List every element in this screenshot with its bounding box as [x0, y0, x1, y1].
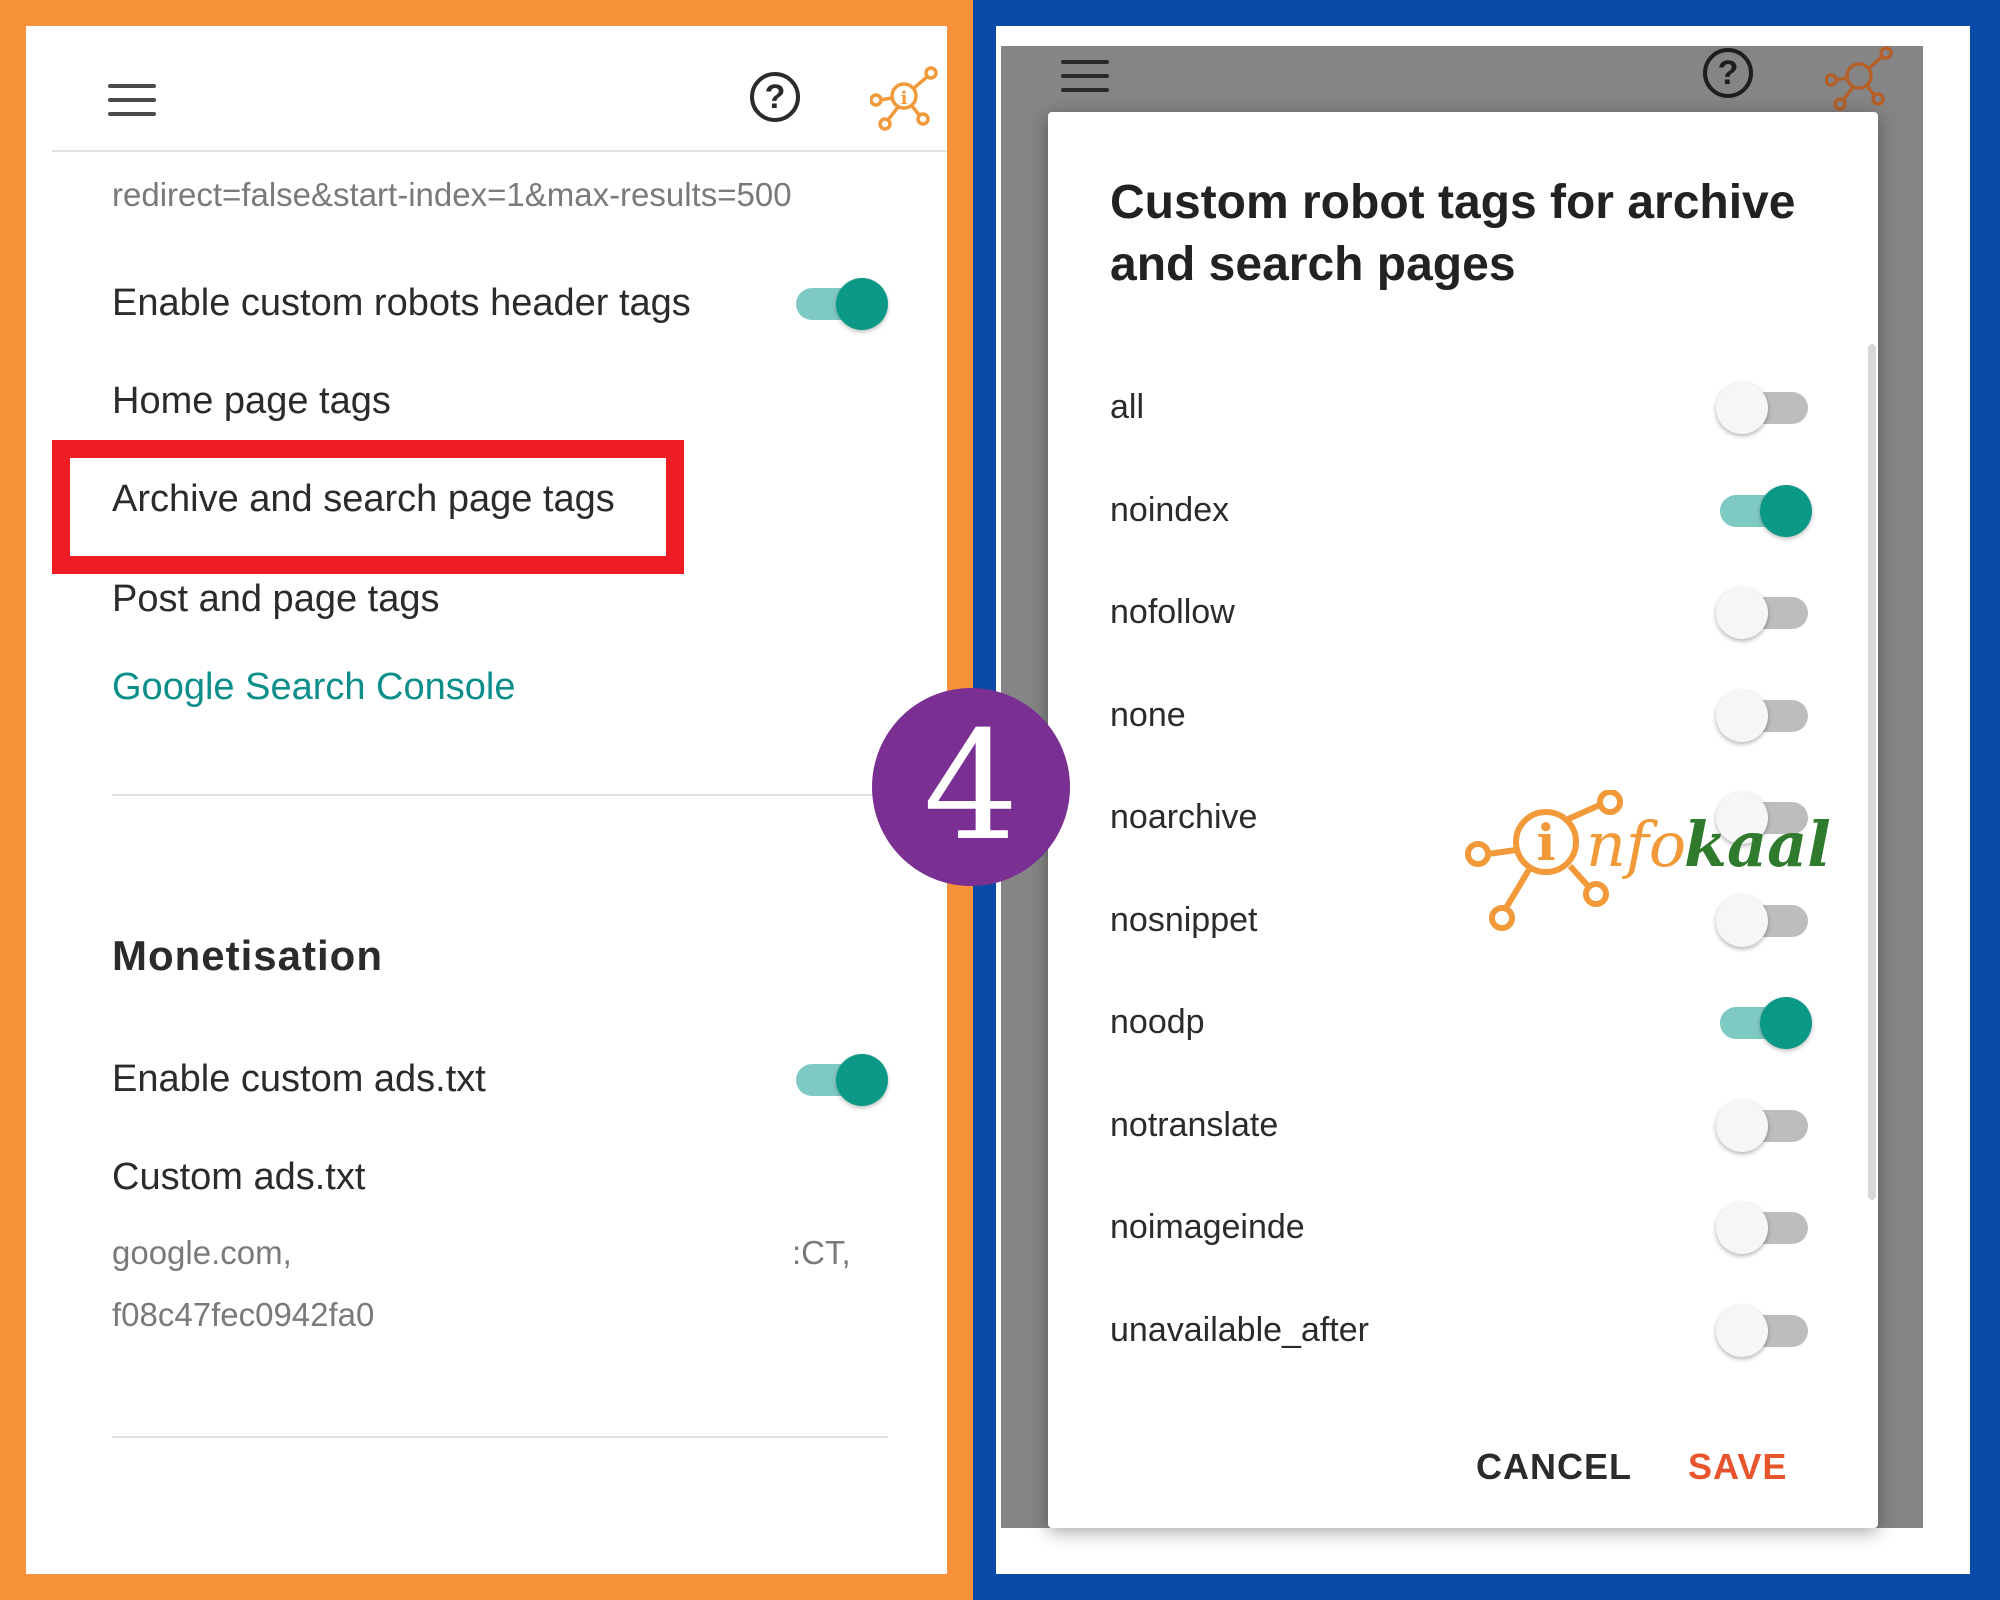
toggle-knob — [1716, 689, 1768, 742]
option-toggle-1[interactable] — [1716, 378, 1812, 434]
dialog-scrollbar[interactable] — [1868, 344, 1876, 1200]
post-page-tags[interactable]: Post and page tags — [112, 578, 439, 621]
option-label-6: nosnippet — [1110, 900, 1258, 939]
left-screen: ? i redirect=false&start-index=1&max-res… — [26, 26, 947, 1574]
enable-ads-toggle[interactable] — [792, 1050, 888, 1106]
option-label-8: notranslate — [1110, 1105, 1279, 1144]
option-label-3: nofollow — [1110, 593, 1235, 631]
toggle-knob — [1716, 587, 1768, 639]
dialog-title-line2: and search pages — [1110, 238, 1516, 291]
option-label-4: none — [1110, 695, 1186, 734]
network-logo-icon[interactable]: i — [870, 66, 940, 132]
step-number-badge: 4 — [872, 688, 1070, 886]
option-label-7: noodp — [1110, 1003, 1205, 1041]
enable-robots-toggle[interactable] — [792, 274, 888, 330]
highlight-box — [52, 440, 684, 574]
toggle-knob — [1716, 382, 1768, 434]
help-circle-icon: ? — [1703, 48, 1753, 98]
ads-text-line1-end: :CT, — [792, 1234, 851, 1271]
monetisation-heading: Monetisation — [112, 932, 383, 979]
watermark-text-kaal: kaal — [1684, 808, 1831, 881]
enable-robots-label: Enable custom robots header tags — [112, 282, 691, 324]
option-toggle-9[interactable] — [1716, 1198, 1812, 1254]
option-toggle-10[interactable] — [1716, 1301, 1812, 1357]
query-text: redirect=false&start-index=1&max-results… — [112, 176, 792, 213]
option-toggle-2[interactable] — [1716, 481, 1812, 537]
bottom-divider — [112, 1436, 888, 1438]
option-label-2: noindex — [1110, 490, 1230, 529]
toggle-knob — [1760, 997, 1812, 1049]
toggle-knob — [1716, 1202, 1768, 1254]
dialog-title-line1: Custom robot tags for archive — [1110, 176, 1796, 229]
section-divider — [112, 794, 947, 796]
watermark-logo: i nfo kaal — [1462, 790, 1831, 940]
dialog-title: Custom robot tags for archive and search… — [1110, 172, 1850, 296]
toggle-knob — [1716, 1099, 1768, 1152]
save-button[interactable]: SAVE — [1688, 1446, 1787, 1488]
watermark-text-nfo: nfo — [1586, 808, 1687, 881]
enable-ads-label: Enable custom ads.txt — [112, 1058, 486, 1100]
top-divider — [52, 150, 947, 152]
network-logo-icon — [1825, 46, 1893, 111]
custom-ads-label[interactable]: Custom ads.txt — [112, 1156, 365, 1199]
option-toggle-4[interactable] — [1716, 686, 1812, 742]
option-toggle-8[interactable] — [1716, 1096, 1812, 1152]
ads-text-line1: google.com, — [112, 1234, 292, 1271]
google-search-console-link[interactable]: Google Search Console — [112, 666, 515, 709]
home-page-tags[interactable]: Home page tags — [112, 380, 391, 423]
option-label-10: unavailable_after — [1110, 1310, 1369, 1349]
option-label-5: noarchive — [1110, 798, 1258, 836]
svg-text:i: i — [1537, 813, 1556, 872]
cancel-button[interactable]: CANCEL — [1476, 1446, 1632, 1488]
hamburger-menu-icon[interactable] — [108, 84, 158, 118]
ads-text-line2: f08c47fec0942fa0 — [112, 1296, 375, 1333]
help-circle-icon[interactable]: ? — [750, 72, 800, 122]
toggle-knob — [1760, 484, 1812, 537]
toggle-knob — [1716, 1304, 1768, 1357]
svg-text:i: i — [901, 88, 908, 109]
hamburger-menu-icon — [1061, 60, 1111, 94]
option-toggle-3[interactable] — [1716, 583, 1812, 639]
option-label-1: all — [1110, 388, 1145, 426]
option-label-9: noimageinde — [1110, 1208, 1305, 1246]
option-toggle-7[interactable] — [1716, 993, 1812, 1049]
